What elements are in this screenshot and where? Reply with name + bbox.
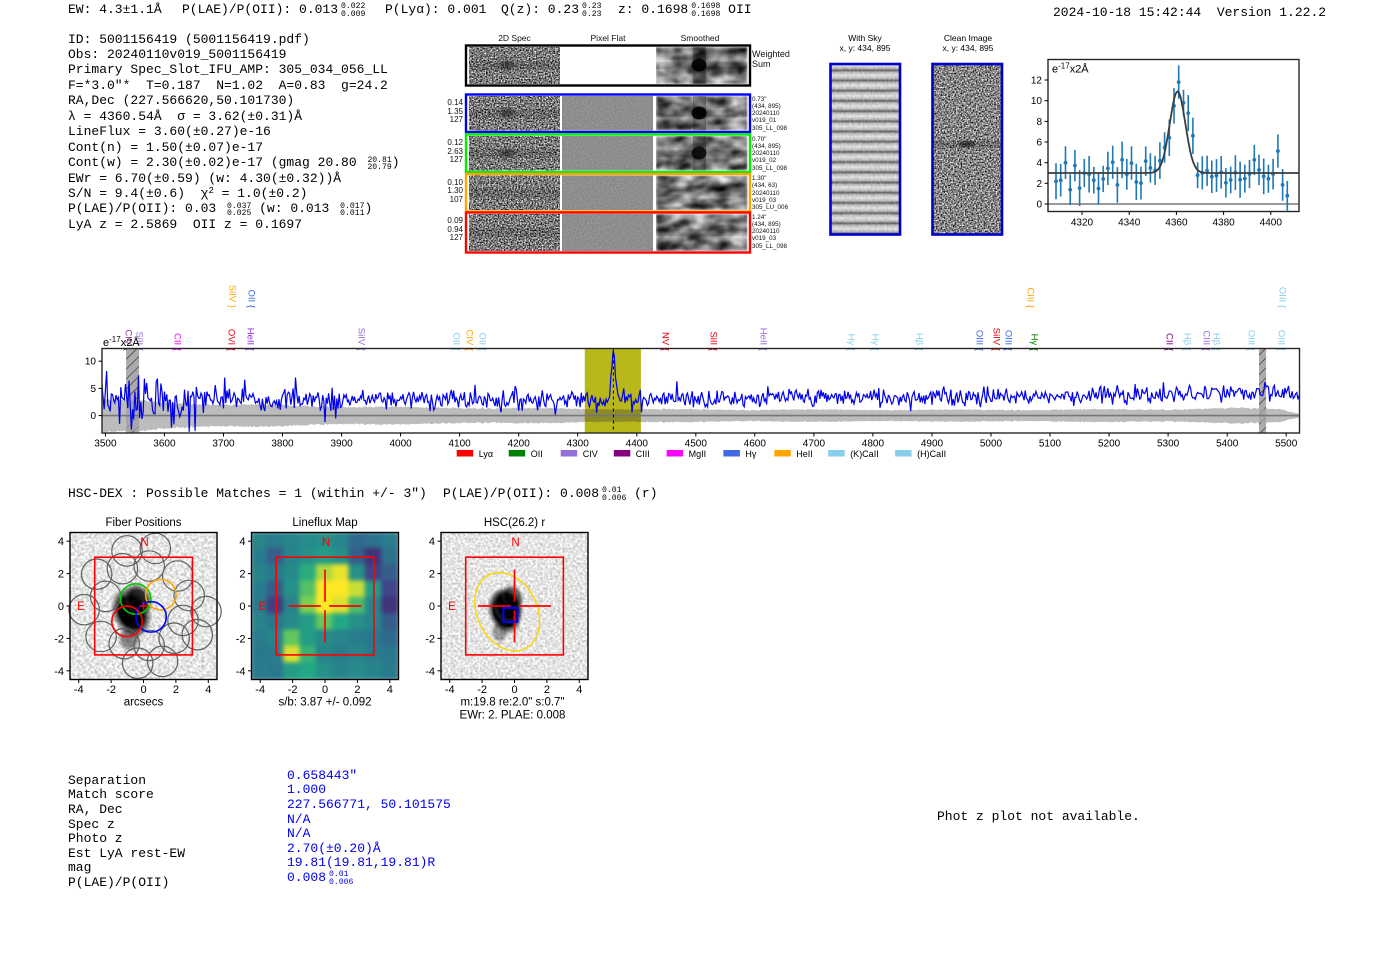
svg-text:5000: 5000 [980,439,1003,450]
svg-text:-4: -4 [74,684,84,696]
svg-text:0: 0 [140,684,146,696]
svg-text:4: 4 [239,536,245,548]
svg-text:2: 2 [544,684,550,696]
svg-text:N: N [322,537,330,549]
svg-text:0: 0 [58,601,64,613]
svg-text:E: E [259,601,267,613]
svg-text:5300: 5300 [1157,439,1180,450]
svg-text:OII: OII [531,449,543,459]
svg-text:5: 5 [90,384,96,395]
svg-text:MgII: MgII [689,449,707,459]
svg-text:5500: 5500 [1275,439,1298,450]
svg-text:-4: -4 [425,666,435,678]
svg-text:(K)CaII: (K)CaII [850,449,879,459]
svg-text:Hγ: Hγ [745,449,756,459]
svg-text:HSC(26.2) r: HSC(26.2) r [484,517,546,529]
svg-text:3700: 3700 [212,439,235,450]
svg-text:0: 0 [90,411,96,422]
svg-text:10: 10 [85,357,97,368]
svg-text:4: 4 [58,536,64,548]
svg-text:0: 0 [239,601,245,613]
svg-text:E: E [77,601,85,613]
svg-text:-4: -4 [54,666,64,678]
svg-text:Lyα: Lyα [479,449,493,459]
svg-text:4800: 4800 [862,439,885,450]
svg-text:4: 4 [387,684,393,696]
svg-text:(H)CaII: (H)CaII [917,449,946,459]
svg-text:4: 4 [576,684,582,696]
svg-text:OVI {: OVI { [226,329,237,351]
svg-text:-2: -2 [288,684,298,696]
svg-text:4700: 4700 [803,439,826,450]
svg-text:-2: -2 [477,684,487,696]
svg-text:-4: -4 [236,666,246,678]
svg-text:m:19.8 re:2.0" s:0.7": m:19.8 re:2.0" s:0.7" [460,697,564,709]
svg-text:arcsecs: arcsecs [124,697,164,709]
svg-text:e-17x2Å: e-17x2Å [103,335,140,350]
svg-text:CIII {: CIII { [1025,287,1036,308]
svg-text:CIII: CIII [636,449,650,459]
svg-text:OIII {: OIII { [1277,287,1288,308]
svg-text:EWr: 2. PLAE: 0.008: EWr: 2. PLAE: 0.008 [460,710,566,722]
svg-text:SiIV {: SiIV { [356,328,367,351]
svg-text:2: 2 [354,684,360,696]
svg-text:SiIV {: SiIV { [991,328,1002,351]
svg-text:4900: 4900 [921,439,944,450]
svg-text:4100: 4100 [448,439,471,450]
svg-text:-2: -2 [425,633,435,645]
svg-text:-2: -2 [106,684,116,696]
svg-text:5400: 5400 [1216,439,1239,450]
svg-text:4: 4 [429,536,435,548]
svg-text:0: 0 [511,684,517,696]
svg-text:4000: 4000 [389,439,412,450]
svg-text:2: 2 [58,569,64,581]
svg-text:CIV {: CIV { [464,329,475,351]
svg-text:N: N [511,537,519,549]
svg-text:4400: 4400 [626,439,649,450]
svg-text:HeII {: HeII { [758,328,769,351]
svg-text:5200: 5200 [1098,439,1121,450]
svg-text:2: 2 [173,684,179,696]
svg-text:E: E [448,601,456,613]
svg-text:4500: 4500 [685,439,708,450]
svg-text:3900: 3900 [330,439,353,450]
svg-text:s/b: 3.87 +/- 0.092: s/b: 3.87 +/- 0.092 [278,697,371,709]
svg-text:4: 4 [205,684,211,696]
svg-text:4300: 4300 [567,439,590,450]
svg-text:2: 2 [239,569,245,581]
svg-text:Lineflux Map: Lineflux Map [292,517,357,529]
svg-text:SiIV }: SiIV } [227,285,238,308]
svg-text:N: N [140,537,148,549]
svg-text:-4: -4 [255,684,265,696]
svg-text:3800: 3800 [271,439,294,450]
svg-text:-4: -4 [445,684,455,696]
svg-text:0: 0 [429,601,435,613]
svg-text:-2: -2 [236,633,246,645]
svg-text:Fiber Positions: Fiber Positions [105,517,181,529]
svg-text:3600: 3600 [153,439,176,450]
svg-text:4600: 4600 [744,439,767,450]
svg-text:HeII {: HeII { [245,328,256,351]
svg-text:0: 0 [322,684,328,696]
svg-text:HeII: HeII [796,449,813,459]
svg-text:2: 2 [429,569,435,581]
svg-text:OII {: OII { [246,290,257,308]
svg-text:3500: 3500 [94,439,117,450]
svg-text:5100: 5100 [1039,439,1062,450]
svg-text:4200: 4200 [508,439,531,450]
svg-text:-2: -2 [54,633,64,645]
svg-text:CIV: CIV [583,449,598,459]
